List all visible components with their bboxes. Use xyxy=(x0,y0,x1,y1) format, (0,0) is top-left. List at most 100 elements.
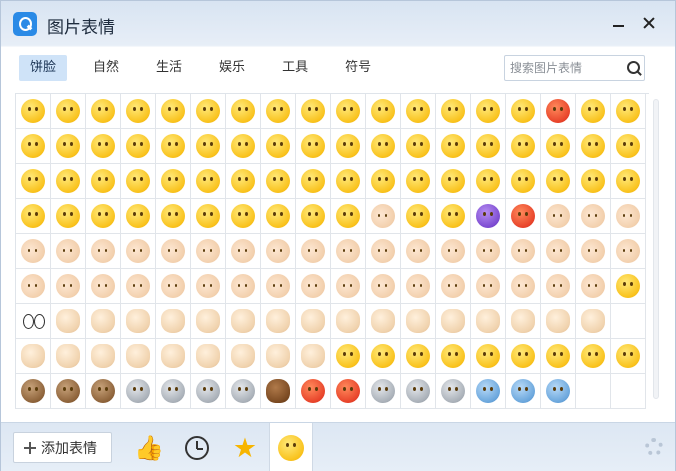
emoji-cell[interactable] xyxy=(86,374,121,409)
emoji-cell[interactable] xyxy=(191,94,226,129)
emoji-cell[interactable] xyxy=(191,339,226,374)
emoji-cell[interactable] xyxy=(121,339,156,374)
emoji-cell[interactable] xyxy=(611,129,646,164)
emoji-cell[interactable] xyxy=(436,304,471,339)
emoji-cell[interactable] xyxy=(576,94,611,129)
emoji-cell[interactable] xyxy=(611,199,646,234)
emoji-cell[interactable] xyxy=(51,199,86,234)
emoji-cell[interactable] xyxy=(576,304,611,339)
emoji-cell[interactable] xyxy=(86,304,121,339)
emoji-cell[interactable] xyxy=(261,234,296,269)
emoji-cell[interactable] xyxy=(576,339,611,374)
emoji-cell[interactable] xyxy=(86,234,121,269)
emoji-cell[interactable] xyxy=(296,304,331,339)
tab-emoji[interactable] xyxy=(269,423,313,471)
emoji-cell[interactable] xyxy=(506,374,541,409)
emoji-cell[interactable] xyxy=(261,199,296,234)
emoji-cell[interactable] xyxy=(156,304,191,339)
emoji-cell[interactable] xyxy=(296,129,331,164)
emoji-cell[interactable] xyxy=(261,129,296,164)
emoji-cell[interactable] xyxy=(541,304,576,339)
emoji-cell[interactable] xyxy=(366,374,401,409)
emoji-cell[interactable] xyxy=(191,199,226,234)
emoji-cell[interactable] xyxy=(541,164,576,199)
emoji-cell[interactable] xyxy=(156,269,191,304)
emoji-cell[interactable] xyxy=(331,94,366,129)
tab-tools[interactable]: 工具 xyxy=(271,55,319,81)
emoji-cell[interactable] xyxy=(296,199,331,234)
emoji-cell[interactable] xyxy=(226,339,261,374)
emoji-cell[interactable] xyxy=(611,94,646,129)
emoji-cell[interactable] xyxy=(436,374,471,409)
emoji-cell[interactable] xyxy=(576,164,611,199)
emoji-cell[interactable] xyxy=(331,304,366,339)
emoji-cell[interactable] xyxy=(86,269,121,304)
emoji-cell[interactable] xyxy=(121,374,156,409)
tab-favorites[interactable]: ★ xyxy=(223,425,267,471)
emoji-cell[interactable] xyxy=(16,304,51,339)
emoji-cell[interactable] xyxy=(611,164,646,199)
emoji-cell[interactable] xyxy=(366,129,401,164)
emoji-cell[interactable] xyxy=(331,164,366,199)
emoji-cell[interactable] xyxy=(506,164,541,199)
emoji-cell[interactable] xyxy=(156,374,191,409)
emoji-cell[interactable] xyxy=(436,164,471,199)
emoji-cell[interactable] xyxy=(471,374,506,409)
emoji-cell[interactable] xyxy=(226,304,261,339)
tab-recent[interactable] xyxy=(175,425,219,471)
emoji-cell[interactable] xyxy=(16,129,51,164)
emoji-cell[interactable] xyxy=(156,129,191,164)
emoji-cell[interactable] xyxy=(51,234,86,269)
minimize-button[interactable] xyxy=(607,11,631,35)
search-input[interactable] xyxy=(505,56,621,80)
emoji-cell[interactable] xyxy=(366,164,401,199)
emoji-cell[interactable] xyxy=(506,94,541,129)
emoji-cell[interactable] xyxy=(541,199,576,234)
emoji-cell[interactable] xyxy=(471,164,506,199)
emoji-cell[interactable] xyxy=(506,234,541,269)
emoji-cell[interactable] xyxy=(226,164,261,199)
emoji-cell[interactable] xyxy=(331,199,366,234)
emoji-cell[interactable] xyxy=(191,269,226,304)
emoji-cell[interactable] xyxy=(436,339,471,374)
emoji-cell[interactable] xyxy=(51,339,86,374)
emoji-cell[interactable] xyxy=(331,234,366,269)
emoji-cell[interactable] xyxy=(611,304,646,339)
emoji-cell[interactable] xyxy=(296,339,331,374)
add-emoji-button[interactable]: 添加表情 xyxy=(13,432,112,463)
emoji-cell[interactable] xyxy=(296,164,331,199)
emoji-cell[interactable] xyxy=(366,94,401,129)
emoji-cell[interactable] xyxy=(51,94,86,129)
emoji-cell[interactable] xyxy=(156,199,191,234)
search-icon[interactable] xyxy=(626,60,642,76)
emoji-cell[interactable] xyxy=(401,164,436,199)
emoji-cell[interactable] xyxy=(541,94,576,129)
emoji-cell[interactable] xyxy=(506,199,541,234)
emoji-cell[interactable] xyxy=(16,234,51,269)
emoji-cell[interactable] xyxy=(401,94,436,129)
emoji-cell[interactable] xyxy=(226,269,261,304)
emoji-cell[interactable] xyxy=(471,304,506,339)
emoji-cell[interactable] xyxy=(436,94,471,129)
emoji-cell[interactable] xyxy=(51,129,86,164)
scrollbar[interactable] xyxy=(651,93,661,409)
emoji-cell[interactable] xyxy=(611,234,646,269)
emoji-cell[interactable] xyxy=(156,234,191,269)
emoji-cell[interactable] xyxy=(366,199,401,234)
emoji-cell[interactable] xyxy=(471,129,506,164)
emoji-cell[interactable] xyxy=(86,199,121,234)
emoji-cell[interactable] xyxy=(436,129,471,164)
emoji-cell[interactable] xyxy=(506,129,541,164)
emoji-cell[interactable] xyxy=(611,269,646,304)
emoji-cell[interactable] xyxy=(16,339,51,374)
emoji-cell[interactable] xyxy=(296,269,331,304)
emoji-cell[interactable] xyxy=(16,164,51,199)
emoji-cell[interactable] xyxy=(16,199,51,234)
emoji-cell[interactable] xyxy=(576,374,611,409)
emoji-cell[interactable] xyxy=(121,269,156,304)
emoji-cell[interactable] xyxy=(471,199,506,234)
emoji-cell[interactable] xyxy=(401,199,436,234)
emoji-cell[interactable] xyxy=(506,304,541,339)
emoji-cell[interactable] xyxy=(401,269,436,304)
emoji-cell[interactable] xyxy=(51,164,86,199)
